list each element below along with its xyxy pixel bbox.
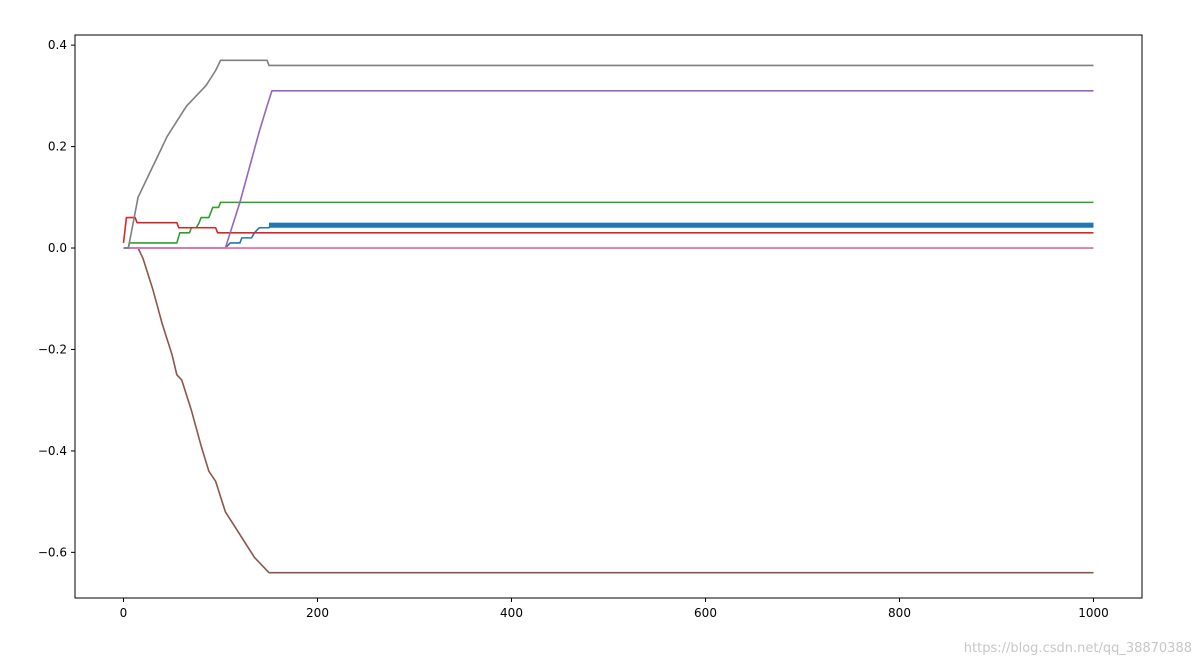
line-chart: 0 200 400 600 800 1000 0.4 0.2 0.0 −0.2 −0.4 −0.6 (38, 34, 1143, 620)
y-tick-label: 0.2 (48, 140, 67, 154)
x-tick-label: 400 (500, 606, 523, 620)
y-tick-label: −0.4 (38, 444, 67, 458)
y-tick-label: 0.4 (48, 38, 67, 52)
x-tick-label: 1000 (1078, 606, 1109, 620)
y-axis: 0.4 0.2 0.0 −0.2 −0.4 −0.6 (38, 38, 75, 559)
series-line-6 (123, 247, 1094, 574)
y-tick-label: −0.6 (38, 545, 67, 559)
series-layer (122, 59, 1094, 574)
x-tick-label: 200 (306, 606, 329, 620)
x-tick-label: 0 (120, 606, 128, 620)
y-tick-label: 0.0 (48, 241, 67, 255)
series-line-1 (123, 224, 1094, 249)
x-tick-label: 800 (888, 606, 911, 620)
series-band-1 (269, 222, 1094, 228)
plot-frame (74, 34, 1143, 599)
y-tick-label: −0.2 (38, 342, 67, 356)
x-tick-label: 600 (694, 606, 717, 620)
x-axis: 0 200 400 600 800 1000 (120, 598, 1109, 620)
series-line-4 (122, 216, 1094, 244)
watermark: https://blog.csdn.net/qq_38870388 (963, 641, 1192, 656)
series-line-8 (123, 59, 1094, 249)
